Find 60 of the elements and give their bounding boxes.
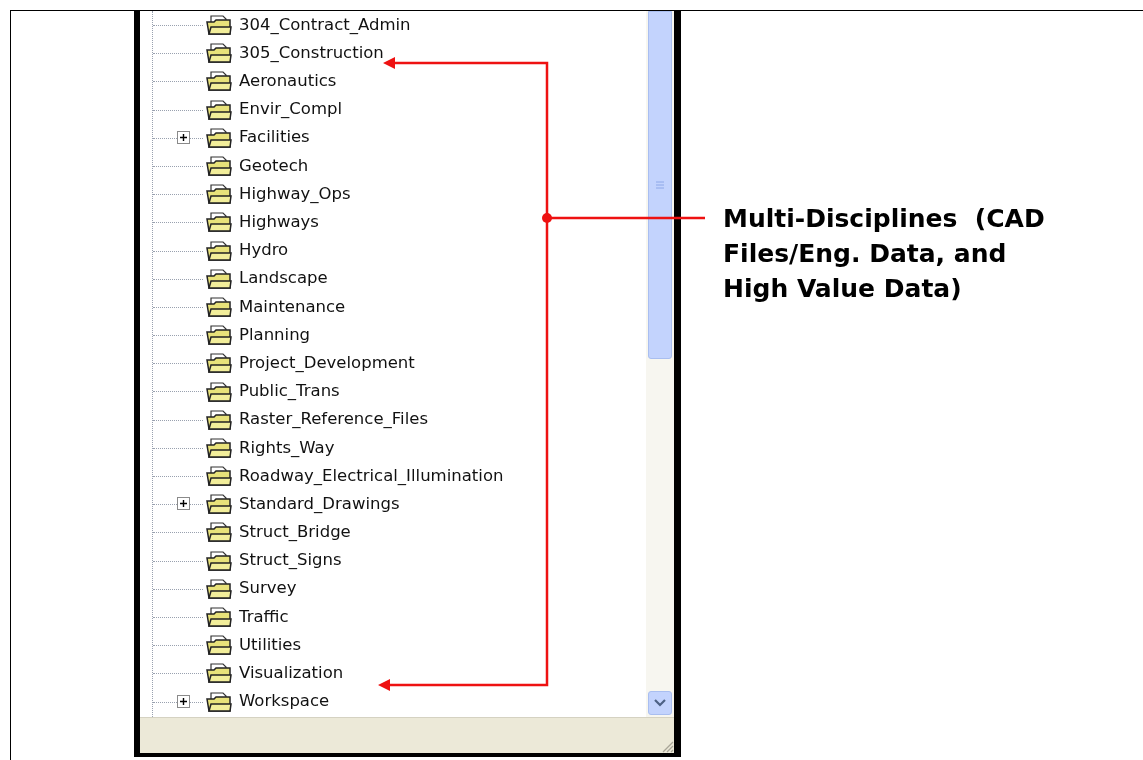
scrollbar[interactable] xyxy=(646,11,674,717)
tree-item[interactable]: 304_Contract_Admin xyxy=(140,11,646,40)
tree-item[interactable]: Hydro xyxy=(140,236,646,265)
tree-item[interactable]: Struct_Bridge xyxy=(140,518,646,547)
annotation-text: Multi-Disciplines (CAD Files/Eng. Data, and High Value Data) xyxy=(723,203,1045,305)
folder-icon xyxy=(205,324,233,347)
tree-item[interactable]: Utilities xyxy=(140,631,646,660)
folder-icon xyxy=(205,465,233,488)
tree-item[interactable]: Rights_Way xyxy=(140,433,646,462)
expand-icon[interactable] xyxy=(177,694,190,708)
folder-icon xyxy=(205,239,233,262)
folder-icon xyxy=(205,42,233,65)
tree-item[interactable]: Visualization xyxy=(140,659,646,688)
tree-item[interactable]: Public_Trans xyxy=(140,377,646,406)
folder-icon xyxy=(205,577,233,600)
tree-item[interactable]: Roadway_Electrical_Illumination xyxy=(140,462,646,491)
folder-icon xyxy=(205,521,233,544)
folder-icon xyxy=(205,211,233,234)
folder-icon xyxy=(205,14,233,37)
folder-icon xyxy=(205,70,233,93)
tree-item[interactable]: Geotech xyxy=(140,151,646,181)
folder-icon xyxy=(205,408,233,431)
grip-icon xyxy=(656,181,664,189)
tree-item[interactable]: 305_Construction xyxy=(140,39,646,68)
expand-icon[interactable] xyxy=(177,130,190,144)
folder-icon xyxy=(205,380,233,403)
expand-icon[interactable] xyxy=(177,497,190,511)
chevron-down-icon xyxy=(654,699,666,707)
folder-icon xyxy=(205,98,233,121)
tree-item[interactable]: Landscape xyxy=(140,264,646,293)
tree-item[interactable]: Facilities xyxy=(140,123,646,152)
tree-item[interactable]: Workspace xyxy=(140,687,646,716)
folder-icon xyxy=(205,183,233,206)
folder-icon xyxy=(205,436,233,459)
folder-icon xyxy=(205,690,233,713)
tree-item[interactable]: Highways xyxy=(140,208,646,237)
tree-item[interactable]: Highway_Ops xyxy=(140,180,646,209)
folder-icon xyxy=(205,295,233,318)
tree-item[interactable]: Maintenance xyxy=(140,292,646,322)
tree-item[interactable]: Planning xyxy=(140,321,646,350)
folder-icon xyxy=(205,267,233,290)
tree-item[interactable]: Project_Development xyxy=(140,349,646,378)
folder-icon xyxy=(205,493,233,516)
tree-item[interactable]: Raster_Reference_Files xyxy=(140,405,646,434)
folder-icon xyxy=(205,126,233,149)
tree-item[interactable]: Standard_Drawings xyxy=(140,490,646,519)
tree-item[interactable]: Envir_Compl xyxy=(140,95,646,124)
resize-grip-icon[interactable] xyxy=(660,739,674,753)
scroll-down-button[interactable] xyxy=(648,691,672,715)
scrollbar-thumb[interactable] xyxy=(648,11,672,359)
folder-icon xyxy=(205,662,233,685)
folder-icon xyxy=(205,155,233,178)
folder-icon xyxy=(205,606,233,629)
tree-item[interactable]: Struct_Signs xyxy=(140,546,646,575)
tree-item[interactable]: Aeronautics xyxy=(140,67,646,96)
folder-icon xyxy=(205,549,233,572)
tree-item[interactable]: Survey xyxy=(140,574,646,603)
tree-item[interactable]: Traffic xyxy=(140,602,646,632)
folder-icon xyxy=(205,634,233,657)
folder-icon xyxy=(205,352,233,375)
